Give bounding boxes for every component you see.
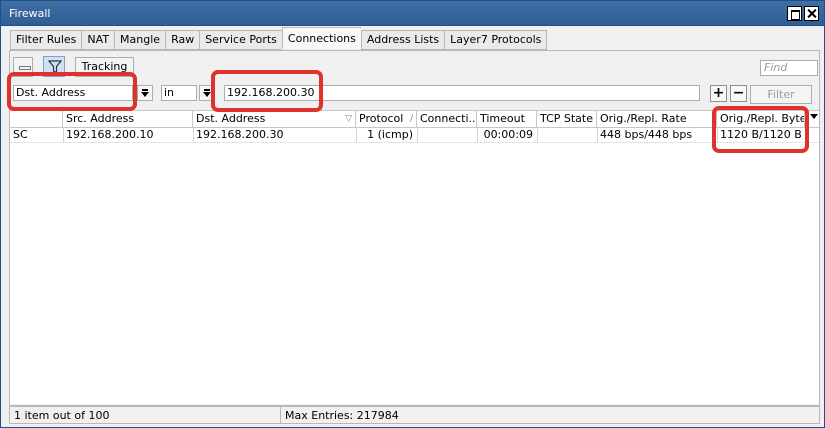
col-header-tcp-state[interactable]: TCP State (537, 111, 597, 127)
col-header-rate[interactable]: Orig./Repl. Rate (597, 111, 717, 127)
max-entries: Max Entries: 217984 (285, 409, 399, 422)
cell-flags: SC (13, 128, 28, 141)
tracking-button[interactable]: Tracking (75, 57, 134, 77)
column-divider (63, 128, 64, 143)
remove-connection-button[interactable] (13, 57, 33, 77)
find-input[interactable]: Find (760, 60, 818, 76)
col-header-bytes[interactable]: Orig./Repl. Bytes (717, 111, 805, 127)
filter-field-select[interactable]: Dst. Address (13, 85, 133, 101)
title-bar: Firewall (1, 1, 824, 26)
col-header-protocol[interactable]: Protocol / (356, 111, 417, 127)
column-divider (417, 128, 418, 143)
column-divider (356, 128, 357, 143)
add-filter-button[interactable]: + (710, 85, 727, 102)
cell-rate: 448 bps/448 bps (600, 128, 693, 141)
window-title: Firewall (9, 7, 51, 20)
column-divider (477, 128, 478, 143)
status-divider (280, 407, 281, 423)
tab-mangle[interactable]: Mangle (114, 30, 166, 50)
tab-connections[interactable]: Connections (281, 27, 361, 49)
column-divider (717, 128, 718, 143)
sort-indicator-icon: ▽ (345, 114, 352, 124)
maximize-icon[interactable] (787, 6, 802, 21)
col-header-flags[interactable] (10, 111, 63, 127)
column-divider (537, 128, 538, 143)
tab-raw[interactable]: Raw (165, 30, 200, 50)
cell-timeout: 00:00:09 (483, 128, 533, 141)
cell-protocol: 1 (icmp) (367, 128, 413, 141)
remove-filter-button[interactable]: − (730, 85, 747, 102)
tab-filter-rules[interactable]: Filter Rules (10, 30, 82, 50)
tab-service-ports[interactable]: Service Ports (199, 30, 282, 50)
tab-layer7-protocols[interactable]: Layer7 Protocols (444, 30, 548, 50)
column-menu-arrow-icon[interactable] (810, 114, 818, 119)
filter-operator-dropdown-icon[interactable] (199, 85, 215, 101)
filter-value-input[interactable]: 192.168.200.30 (224, 85, 700, 101)
col-header-timeout[interactable]: Timeout (477, 111, 537, 127)
col-header-protocol-label: Protocol (359, 112, 404, 125)
filter-toggle-button[interactable] (43, 56, 65, 77)
cell-src-address: 192.168.200.10 (66, 128, 154, 141)
close-icon[interactable] (804, 6, 819, 21)
row-divider (10, 142, 819, 143)
column-sort-icon: / (409, 114, 413, 124)
cell-bytes: 1120 B/1120 B (720, 128, 802, 141)
tab-bar: Filter Rules NAT Mangle Raw Service Port… (10, 27, 548, 50)
col-header-dst-address-label: Dst. Address (196, 112, 266, 125)
apply-filter-button[interactable]: Filter (750, 85, 812, 104)
status-bar: 1 item out of 100 Max Entries: 217984 (9, 406, 820, 424)
filter-field-dropdown-icon[interactable] (137, 85, 153, 101)
cell-dst-address: 192.168.200.30 (196, 128, 284, 141)
tab-address-lists[interactable]: Address Lists (360, 30, 445, 50)
filter-funnel-icon (48, 60, 62, 74)
col-header-dst-address[interactable]: Dst. Address ▽ (193, 111, 356, 127)
filter-operator-select[interactable]: in (161, 85, 197, 101)
firewall-window: Firewall Filter Rules NAT Mangle Raw Ser… (0, 0, 825, 428)
tab-nat[interactable]: NAT (81, 30, 115, 50)
col-header-connection-mark[interactable]: Connecti... (417, 111, 477, 127)
column-divider (597, 128, 598, 143)
column-divider (193, 128, 194, 143)
item-count: 1 item out of 100 (14, 409, 110, 422)
connections-table: Src. Address Dst. Address ▽ Protocol / Con… (10, 110, 819, 404)
col-header-src-address[interactable]: Src. Address (63, 111, 193, 127)
